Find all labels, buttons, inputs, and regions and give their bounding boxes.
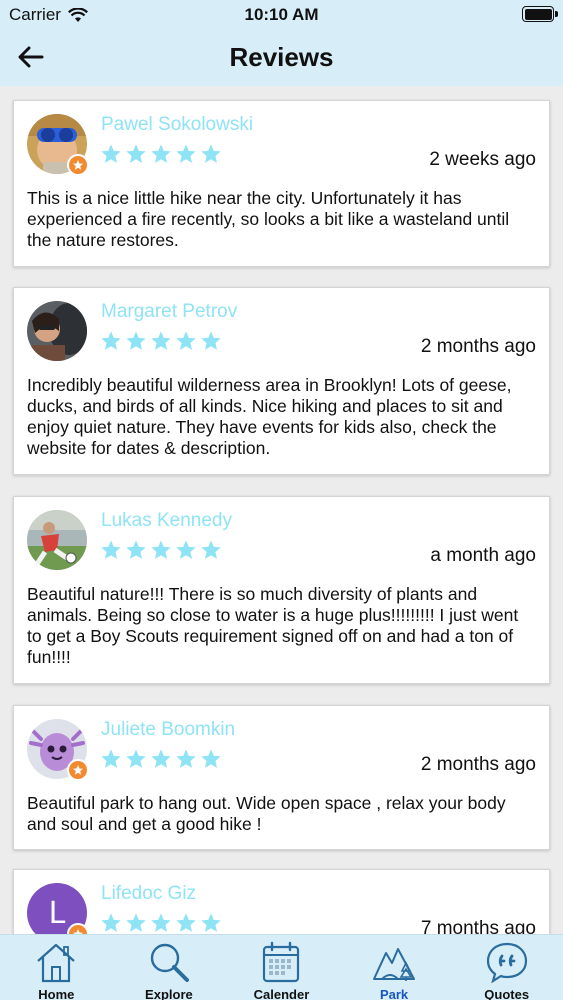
reviewer-photo (27, 301, 87, 361)
reviewer-name[interactable]: Lifedoc Giz (101, 883, 196, 905)
review-text: Beautiful park to hang out. Wide open sp… (27, 793, 506, 834)
park-icon (373, 948, 416, 981)
star-icon (151, 749, 171, 768)
star-icon (151, 913, 171, 932)
battery-icon (522, 6, 558, 22)
star-rating (100, 912, 222, 934)
review-text: Beautiful nature!!! There is so much div… (27, 584, 519, 667)
clock: 10:10 AM (244, 5, 319, 24)
review-time: 2 months ago (420, 336, 536, 357)
star-icon (151, 144, 171, 163)
status-bar: Carrier 10:10 AM (0, 0, 563, 30)
star-icon (101, 540, 121, 559)
tab-label: Quotes (484, 987, 530, 1000)
star-icon (101, 749, 121, 768)
avatar[interactable] (27, 510, 87, 570)
star-icon (151, 331, 171, 350)
star-icon (126, 540, 146, 559)
star-icon (201, 749, 221, 768)
star-rating (100, 748, 222, 770)
badge-icon (67, 923, 89, 934)
review-card: Margaret Petrov 2 months ago Incredibly … (13, 287, 550, 475)
tab-home[interactable]: Home (0, 935, 113, 1000)
review-card: Lukas Kennedy a month ago Beautiful natu… (13, 496, 550, 684)
star-icon (176, 331, 196, 350)
star-icon (176, 540, 196, 559)
review-card: Pawel Sokolowski 2 weeks ago This is a n… (13, 100, 550, 267)
tab-park[interactable]: Park (338, 935, 451, 1000)
page-title: Reviews (229, 42, 334, 72)
tab-label: Explore (145, 987, 193, 1000)
review-card: L Lifedoc Giz 7 months ago (13, 869, 550, 934)
star-icon (101, 144, 121, 163)
avatar[interactable]: L (27, 883, 89, 934)
reviewer-name[interactable]: Juliete Boomkin (101, 719, 235, 741)
reviewer-name[interactable]: Pawel Sokolowski (101, 114, 253, 136)
tab-explore[interactable]: Explore (113, 935, 226, 1000)
review-time: 2 months ago (420, 754, 536, 775)
review-text: Incredibly beautiful wilderness area in … (27, 375, 512, 458)
star-rating (100, 143, 222, 165)
magnifier-icon (150, 943, 189, 982)
review-time: 7 months ago (420, 918, 536, 934)
review-time: a month ago (430, 545, 536, 566)
star-icon (126, 331, 146, 350)
star-icon (101, 331, 121, 350)
calendar-icon (263, 941, 300, 983)
reviewer-name[interactable]: Margaret Petrov (101, 301, 237, 323)
star-icon (126, 749, 146, 768)
review-text: This is a nice little hike near the city… (27, 188, 510, 250)
star-icon (126, 144, 146, 163)
avatar[interactable] (27, 301, 87, 361)
tab-label: Park (379, 987, 409, 1000)
avatar[interactable] (27, 719, 89, 781)
review-card: Juliete Boomkin 2 months ago Beautiful p… (13, 705, 550, 850)
reviews-list[interactable]: Pawel Sokolowski 2 weeks ago This is a n… (0, 86, 563, 934)
house-icon (37, 943, 76, 983)
star-icon (201, 144, 221, 163)
star-icon (176, 749, 196, 768)
quote-bubble-icon (486, 942, 527, 983)
avatar[interactable] (27, 114, 89, 176)
star-icon (126, 913, 146, 932)
star-icon (201, 913, 221, 932)
tab-label: Home (38, 987, 75, 1000)
star-rating (100, 330, 222, 352)
badge-icon (67, 154, 89, 176)
tab-bar: Home Explore Calender Park Quotes (0, 934, 563, 1000)
star-icon (176, 913, 196, 932)
star-icon (201, 540, 221, 559)
reviewer-photo (27, 510, 87, 570)
tab-label: Calender (253, 987, 310, 1000)
reviewer-name[interactable]: Lukas Kennedy (101, 510, 232, 532)
star-icon (151, 540, 171, 559)
badge-icon (67, 759, 89, 781)
tab-calender[interactable]: Calender (225, 935, 338, 1000)
star-icon (201, 331, 221, 350)
star-icon (101, 913, 121, 932)
star-icon (176, 144, 196, 163)
review-time: 2 weeks ago (429, 149, 536, 170)
star-rating (100, 539, 222, 561)
header: Carrier 10:10 AM Reviews (0, 0, 563, 86)
tab-quotes[interactable]: Quotes (450, 935, 563, 1000)
